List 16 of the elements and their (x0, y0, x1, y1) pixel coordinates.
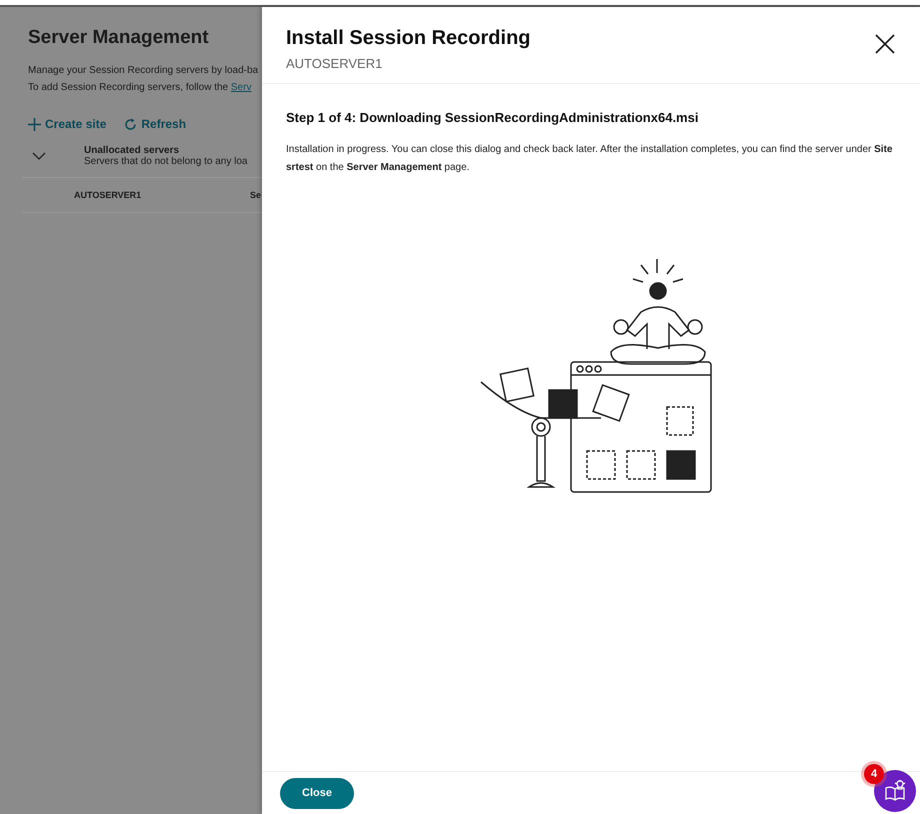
notification-badge: 4 (864, 764, 884, 784)
page-description: Manage your Session Recording servers by load-ba (28, 65, 260, 76)
page-description: To add Session Recording servers, follow the Serv (28, 82, 252, 93)
group-title: Unallocated servers (84, 145, 180, 156)
create-site-button[interactable]: Create site (28, 117, 106, 131)
drawer-subtitle: AUTOSERVER1 (286, 56, 384, 71)
group-subtitle: Servers that do not belong to any loa (84, 156, 248, 167)
page-title: Server Management (28, 27, 210, 49)
close-button[interactable]: Close (280, 778, 354, 808)
step-heading: Step 1 of 4: Downloading SessionRecordingAdministrationx64.msi (286, 110, 700, 125)
refresh-button[interactable]: Refresh (124, 117, 186, 131)
table-cell-text: AUTOSERVER1 (74, 190, 142, 200)
docs-link[interactable]: Serv (230, 82, 252, 93)
progress-message: Installation in progress. You can close this dialog and check back later. After the installation completes, you can find the server under Site srtest on the Server Management page. (286, 143, 894, 175)
table-cell: Se (250, 190, 262, 200)
drawer-title: Install Session Recording (286, 27, 531, 50)
